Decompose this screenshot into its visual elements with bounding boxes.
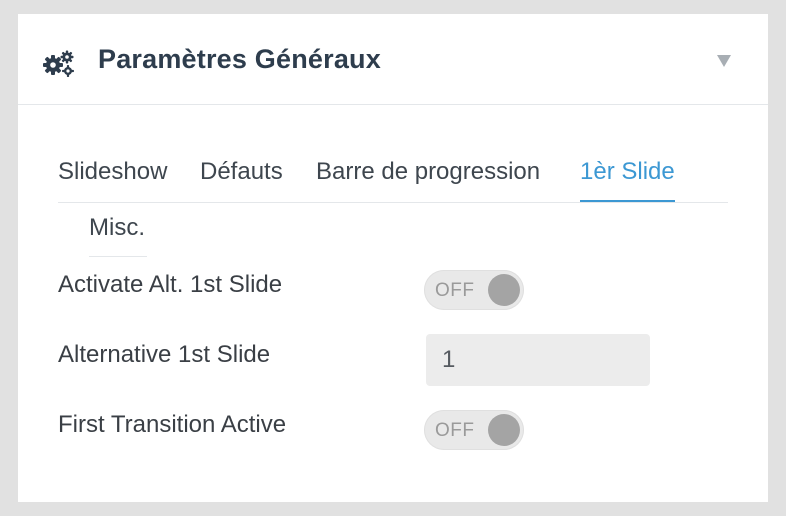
alternative-first-slide-label: Alternative 1st Slide [58, 341, 271, 368]
gears-icon [42, 49, 76, 77]
general-settings-panel: Paramètres Généraux Slideshow Défauts Ba… [18, 14, 768, 502]
first-transition-active-label: First Transition Active [58, 411, 287, 438]
activate-alt-first-slide-toggle[interactable]: OFF [424, 270, 524, 310]
panel-header[interactable]: Paramètres Généraux [18, 14, 768, 105]
tab-bar: Slideshow Défauts Barre de progression 1… [58, 154, 728, 203]
first-transition-active-toggle[interactable]: OFF [424, 410, 524, 450]
panel-title: Paramètres Généraux [98, 44, 381, 74]
tab-misc[interactable]: Misc. [89, 214, 147, 257]
toggle-knob [488, 414, 520, 446]
caret-down-icon[interactable] [717, 55, 731, 67]
tab-slideshow[interactable]: Slideshow [58, 158, 167, 202]
alternative-first-slide-input[interactable] [426, 334, 650, 386]
tab-premier-slide[interactable]: 1èr Slide [580, 158, 675, 202]
tab-barre-de-progression[interactable]: Barre de progression [316, 158, 540, 202]
tab-defauts[interactable]: Défauts [200, 158, 283, 202]
toggle-knob [488, 274, 520, 306]
toggle-state-text: OFF [435, 280, 475, 301]
toggle-state-text: OFF [435, 420, 475, 441]
activate-alt-first-slide-label: Activate Alt. 1st Slide [58, 271, 283, 298]
